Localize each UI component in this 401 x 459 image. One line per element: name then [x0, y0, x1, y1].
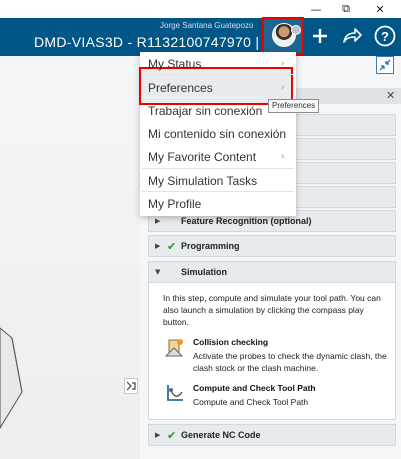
menu-divider: [142, 74, 294, 75]
compute-toolpath-title[interactable]: Compute and Check Tool Path: [193, 383, 316, 393]
maximize-button[interactable]: ⧉: [331, 0, 361, 18]
check-icon: ✔: [167, 428, 177, 442]
submenu-arrow-icon: ›: [281, 59, 285, 69]
submenu-arrow-icon: ›: [281, 152, 285, 162]
expand-arrow-icon: ▶: [155, 217, 161, 225]
expand-arrow-icon: ▶: [155, 242, 161, 250]
3d-viewport[interactable]: [0, 56, 140, 459]
add-icon[interactable]: [308, 24, 332, 48]
share-icon[interactable]: [340, 24, 364, 48]
collapse-icon[interactable]: [376, 56, 394, 74]
menu-item-my-profile[interactable]: My Profile: [148, 197, 294, 211]
side-panel-toggle-icon[interactable]: [124, 378, 138, 394]
step-label: Simulation: [181, 267, 228, 277]
menu-item-simulation-tasks[interactable]: My Simulation Tasks: [148, 174, 294, 188]
menu-item-offline-content[interactable]: Mi contenido sin conexión: [148, 127, 294, 141]
collision-checking-title[interactable]: Collision checking: [193, 337, 268, 347]
compute-toolpath-desc: Compute and Check Tool Path: [193, 397, 309, 407]
menu-item-my-status[interactable]: My Status: [148, 57, 294, 71]
step-programming[interactable]: ▶ ✔ Programming: [148, 235, 396, 257]
minimize-button[interactable]: —: [301, 0, 331, 18]
expand-arrow-icon: ▶: [155, 431, 161, 439]
close-window-button[interactable]: ✕: [365, 0, 395, 18]
menu-item-favorite-content[interactable]: My Favorite Content: [148, 150, 294, 164]
help-icon[interactable]: ?: [373, 24, 397, 48]
menu-divider: [142, 191, 294, 192]
check-icon: ✔: [167, 239, 177, 253]
collision-checking-desc: Activate the probes to check the dynamic…: [193, 351, 387, 373]
svg-text:?: ?: [381, 29, 389, 44]
status-dot-icon: [291, 25, 301, 35]
collision-probe-icon[interactable]: [163, 336, 187, 360]
step-label: Generate NC Code: [181, 430, 261, 440]
panel-close-icon[interactable]: ✕: [386, 89, 395, 102]
step-label: Programming: [181, 241, 240, 251]
username-label: Jorge Santana Guatepozo: [160, 21, 254, 30]
profile-menu-button[interactable]: [262, 17, 304, 55]
preferences-tooltip: Preferences: [268, 99, 320, 113]
collapse-arrow-icon: ▼: [155, 268, 161, 276]
menu-divider: [142, 168, 294, 169]
step-label: Feature Recognition (optional): [181, 216, 312, 226]
document-title: DMD-VIAS3D - R1132100747970 | ...: [34, 34, 277, 50]
menu-item-preferences[interactable]: Preferences: [148, 81, 294, 95]
simulation-intro: In this step, compute and simulate your …: [163, 293, 381, 327]
window-titlebar: — ⧉ ✕: [0, 0, 401, 18]
submenu-arrow-icon: ›: [281, 83, 285, 93]
step-simulation[interactable]: ▼ Simulation: [148, 261, 396, 283]
step-generate-nc-code[interactable]: ▶ ✔ Generate NC Code: [148, 424, 396, 446]
compute-toolpath-icon[interactable]: [163, 382, 187, 406]
